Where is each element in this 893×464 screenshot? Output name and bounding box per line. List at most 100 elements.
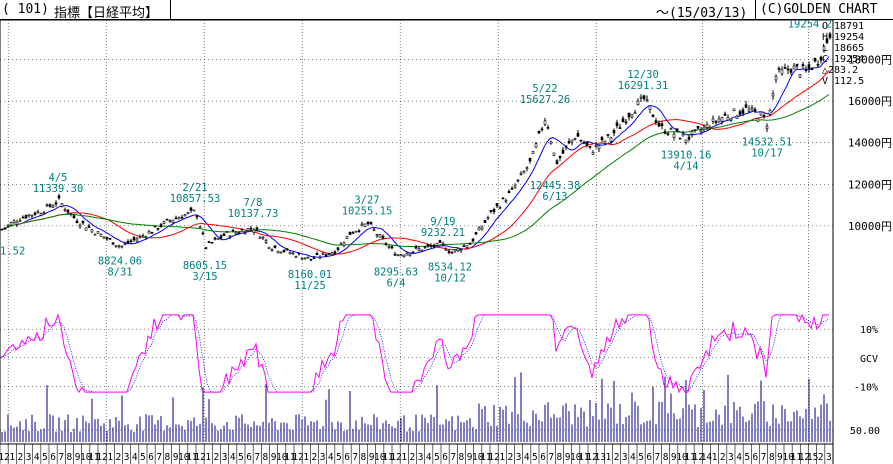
month-label: 7 [156, 452, 162, 463]
candle-body [666, 133, 670, 135]
candle-body [669, 128, 673, 130]
candle-body [243, 232, 247, 235]
candle-body [522, 171, 526, 174]
candle-body [357, 230, 361, 233]
candle-body [258, 237, 262, 239]
candle-body [15, 221, 19, 225]
candle-body [276, 250, 280, 254]
candle-body [399, 254, 403, 257]
candle-body [519, 173, 523, 176]
candle-body [447, 250, 451, 253]
candle-body [102, 236, 106, 239]
candle-body [300, 258, 304, 260]
month-label: 1 [9, 452, 15, 463]
candle-body [576, 133, 580, 137]
candle-body [366, 222, 370, 225]
candle-body [228, 235, 232, 238]
annotation-value: 10255.15 [342, 206, 393, 218]
month-label: 2 [614, 452, 620, 463]
month-label: 6 [148, 452, 154, 463]
candle-body [819, 56, 823, 61]
month-label: 2 [508, 452, 514, 463]
candle-body [708, 127, 712, 130]
candle-body [600, 137, 604, 141]
axis-labels: 10000円 12000円 14000円 16000円 18000円 10% GCV -10%… [848, 54, 892, 437]
candle-body [120, 245, 124, 248]
month-label: 3 [26, 452, 32, 463]
candle-body [792, 65, 796, 70]
osc-tick-label: 10% [860, 325, 878, 336]
month-label: 5 [744, 452, 750, 463]
candle-body [546, 126, 550, 129]
month-label: 1 [107, 452, 113, 463]
month-label: 7 [58, 452, 64, 463]
candle-body [426, 244, 430, 247]
month-label: 2 [312, 452, 318, 463]
candle-body [273, 245, 277, 249]
month-label: 2 [410, 452, 416, 463]
candle-body [417, 248, 421, 251]
annotation-value: 9232.21 [421, 227, 465, 239]
candle-body [804, 69, 808, 71]
candle-body [0, 228, 4, 231]
month-label: 5 [140, 452, 146, 463]
candle-body [603, 140, 607, 144]
candle-body [780, 69, 784, 75]
candle-body [627, 112, 631, 118]
month-label: 5 [336, 452, 342, 463]
candle-body [501, 197, 505, 200]
candle-body [705, 124, 709, 128]
candle-body [528, 157, 532, 162]
candle-body [633, 112, 637, 115]
candle-body [375, 234, 379, 237]
month-label: 8 [557, 452, 563, 463]
candle-body [783, 67, 787, 69]
month-label: 1 [499, 452, 505, 463]
month-label: 3 [728, 452, 734, 463]
month-label: 5 [238, 452, 244, 463]
candle-body [423, 246, 427, 248]
candle-body [741, 109, 745, 114]
candle-body [354, 230, 358, 233]
candle-body [225, 231, 229, 233]
candlestick-chart: 1.524/511339.308824.068/312/2110857.5386… [0, 20, 892, 464]
candle-body [684, 139, 688, 143]
month-label: 8 [165, 452, 171, 463]
candle-body [78, 224, 82, 228]
candle-body [39, 213, 43, 216]
candle-body [351, 232, 355, 234]
month-label: 2 [214, 452, 220, 463]
month-label: 4 [132, 452, 138, 463]
candle-body [318, 256, 322, 259]
annotations: 1.524/511339.308824.068/312/2110857.5386… [0, 20, 832, 292]
candle-body [621, 118, 625, 123]
candle-body [657, 122, 661, 127]
ma-long-line [0, 94, 830, 247]
candle-body [492, 209, 496, 213]
candle-body [747, 108, 751, 112]
candle-body [648, 105, 652, 110]
candle-body [822, 46, 826, 51]
candle-body [654, 120, 658, 123]
candle-body [327, 253, 331, 255]
title-divider [170, 0, 171, 20]
candle-body [678, 137, 682, 140]
candle-body [402, 254, 406, 257]
month-label: 2 [818, 452, 824, 463]
candle-body [6, 224, 10, 227]
candle-body [687, 136, 691, 140]
annotation-date: 4/14 [673, 161, 698, 173]
month-label: 6 [344, 452, 350, 463]
title-bar: ( 101) 指標【日経平均】 ～(15/03/13) (C)GOLDEN CH… [0, 0, 893, 21]
candle-body [297, 252, 301, 255]
candle-body [810, 67, 814, 70]
candle-body [372, 229, 376, 231]
candle-body [132, 237, 136, 241]
candle-body [720, 117, 724, 122]
month-label: 4 [736, 452, 742, 463]
volume-bars [1, 372, 831, 442]
candle-body [498, 206, 502, 209]
month-label: 3 [826, 452, 832, 463]
candle-body [408, 253, 412, 256]
month-label: 2 [116, 452, 122, 463]
